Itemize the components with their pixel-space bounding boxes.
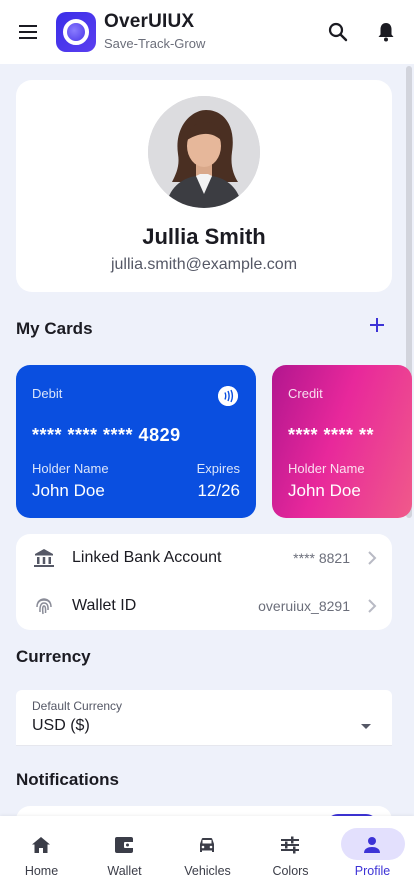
profile-card: Jullia Smith jullia.smith@example.com <box>16 80 392 292</box>
nav-label: Home <box>24 864 59 878</box>
holder-label: Holder Name <box>32 461 109 476</box>
dropdown-arrow-icon <box>361 724 371 729</box>
currency-field-label: Default Currency <box>32 699 123 713</box>
profile-name: Jullia Smith <box>142 224 266 249</box>
plus-icon[interactable] <box>366 314 388 336</box>
app-subtitle: Save-Track-Grow <box>104 36 206 51</box>
nav-vehicles[interactable]: Vehicles <box>166 816 249 896</box>
nav-label: Wallet <box>107 864 142 878</box>
bell-icon[interactable] <box>374 20 398 44</box>
wallet-id-value: overuiux_8291 <box>258 598 350 614</box>
currency-select[interactable]: Default Currency USD ($) <box>16 690 392 746</box>
holder-name: John Doe <box>32 481 105 500</box>
card-type: Credit <box>288 386 323 401</box>
expires-label: Expires <box>196 461 240 476</box>
card-number: **** **** ** <box>288 425 375 445</box>
card-number: **** **** **** 4829 <box>32 425 181 445</box>
nav-label: Profile <box>354 864 391 878</box>
car-icon <box>200 838 214 852</box>
sliders-icon <box>281 836 299 854</box>
app-logo <box>56 12 96 52</box>
wallet-id-label: Wallet ID <box>72 597 137 614</box>
fingerprint-icon <box>36 598 52 615</box>
nav-colors[interactable]: Colors <box>249 816 332 896</box>
nav-wallet[interactable]: Wallet <box>83 816 166 896</box>
my-cards-title: My Cards <box>16 319 93 338</box>
contactless-icon <box>218 386 238 406</box>
linked-bank-value: **** 8821 <box>293 550 350 566</box>
bottom-navigation: Home Wallet Vehicles Colors Profile <box>0 816 414 896</box>
holder-name: John Doe <box>288 481 361 500</box>
bank-icon <box>34 549 54 567</box>
wallet-icon <box>115 837 134 853</box>
credit-card[interactable]: Credit **** **** ** Holder Name John Doe <box>272 365 412 518</box>
menu-icon[interactable] <box>16 20 40 44</box>
holder-label: Holder Name <box>288 461 365 476</box>
debit-card[interactable]: Debit **** **** **** 4829 Holder Name Jo… <box>16 365 256 518</box>
app-title: OverUIUX <box>104 11 195 32</box>
currency-value: USD ($) <box>32 717 90 734</box>
linked-bank-row[interactable]: Linked Bank Account **** 8821 <box>16 534 392 582</box>
card-type: Debit <box>32 386 63 401</box>
person-icon <box>364 837 380 853</box>
nav-home[interactable]: Home <box>0 816 83 896</box>
account-list: Linked Bank Account **** 8821 Wallet ID … <box>16 534 392 630</box>
search-icon[interactable] <box>326 20 350 44</box>
nav-label: Vehicles <box>184 864 231 878</box>
nav-label: Colors <box>272 864 309 878</box>
currency-title: Currency <box>16 647 91 666</box>
nav-profile[interactable]: Profile <box>331 816 414 896</box>
wallet-id-row[interactable]: Wallet ID overuiux_8291 <box>16 582 392 630</box>
profile-email: jullia.smith@example.com <box>110 256 298 273</box>
chevron-right-icon <box>368 551 377 565</box>
notifications-title: Notifications <box>16 770 119 789</box>
expires-value: 12/26 <box>197 481 240 500</box>
avatar[interactable] <box>148 96 260 208</box>
linked-bank-label: Linked Bank Account <box>72 549 222 566</box>
app-header: OverUIUX Save-Track-Grow <box>0 0 414 64</box>
chevron-right-icon <box>368 599 377 613</box>
home-icon <box>32 837 50 853</box>
